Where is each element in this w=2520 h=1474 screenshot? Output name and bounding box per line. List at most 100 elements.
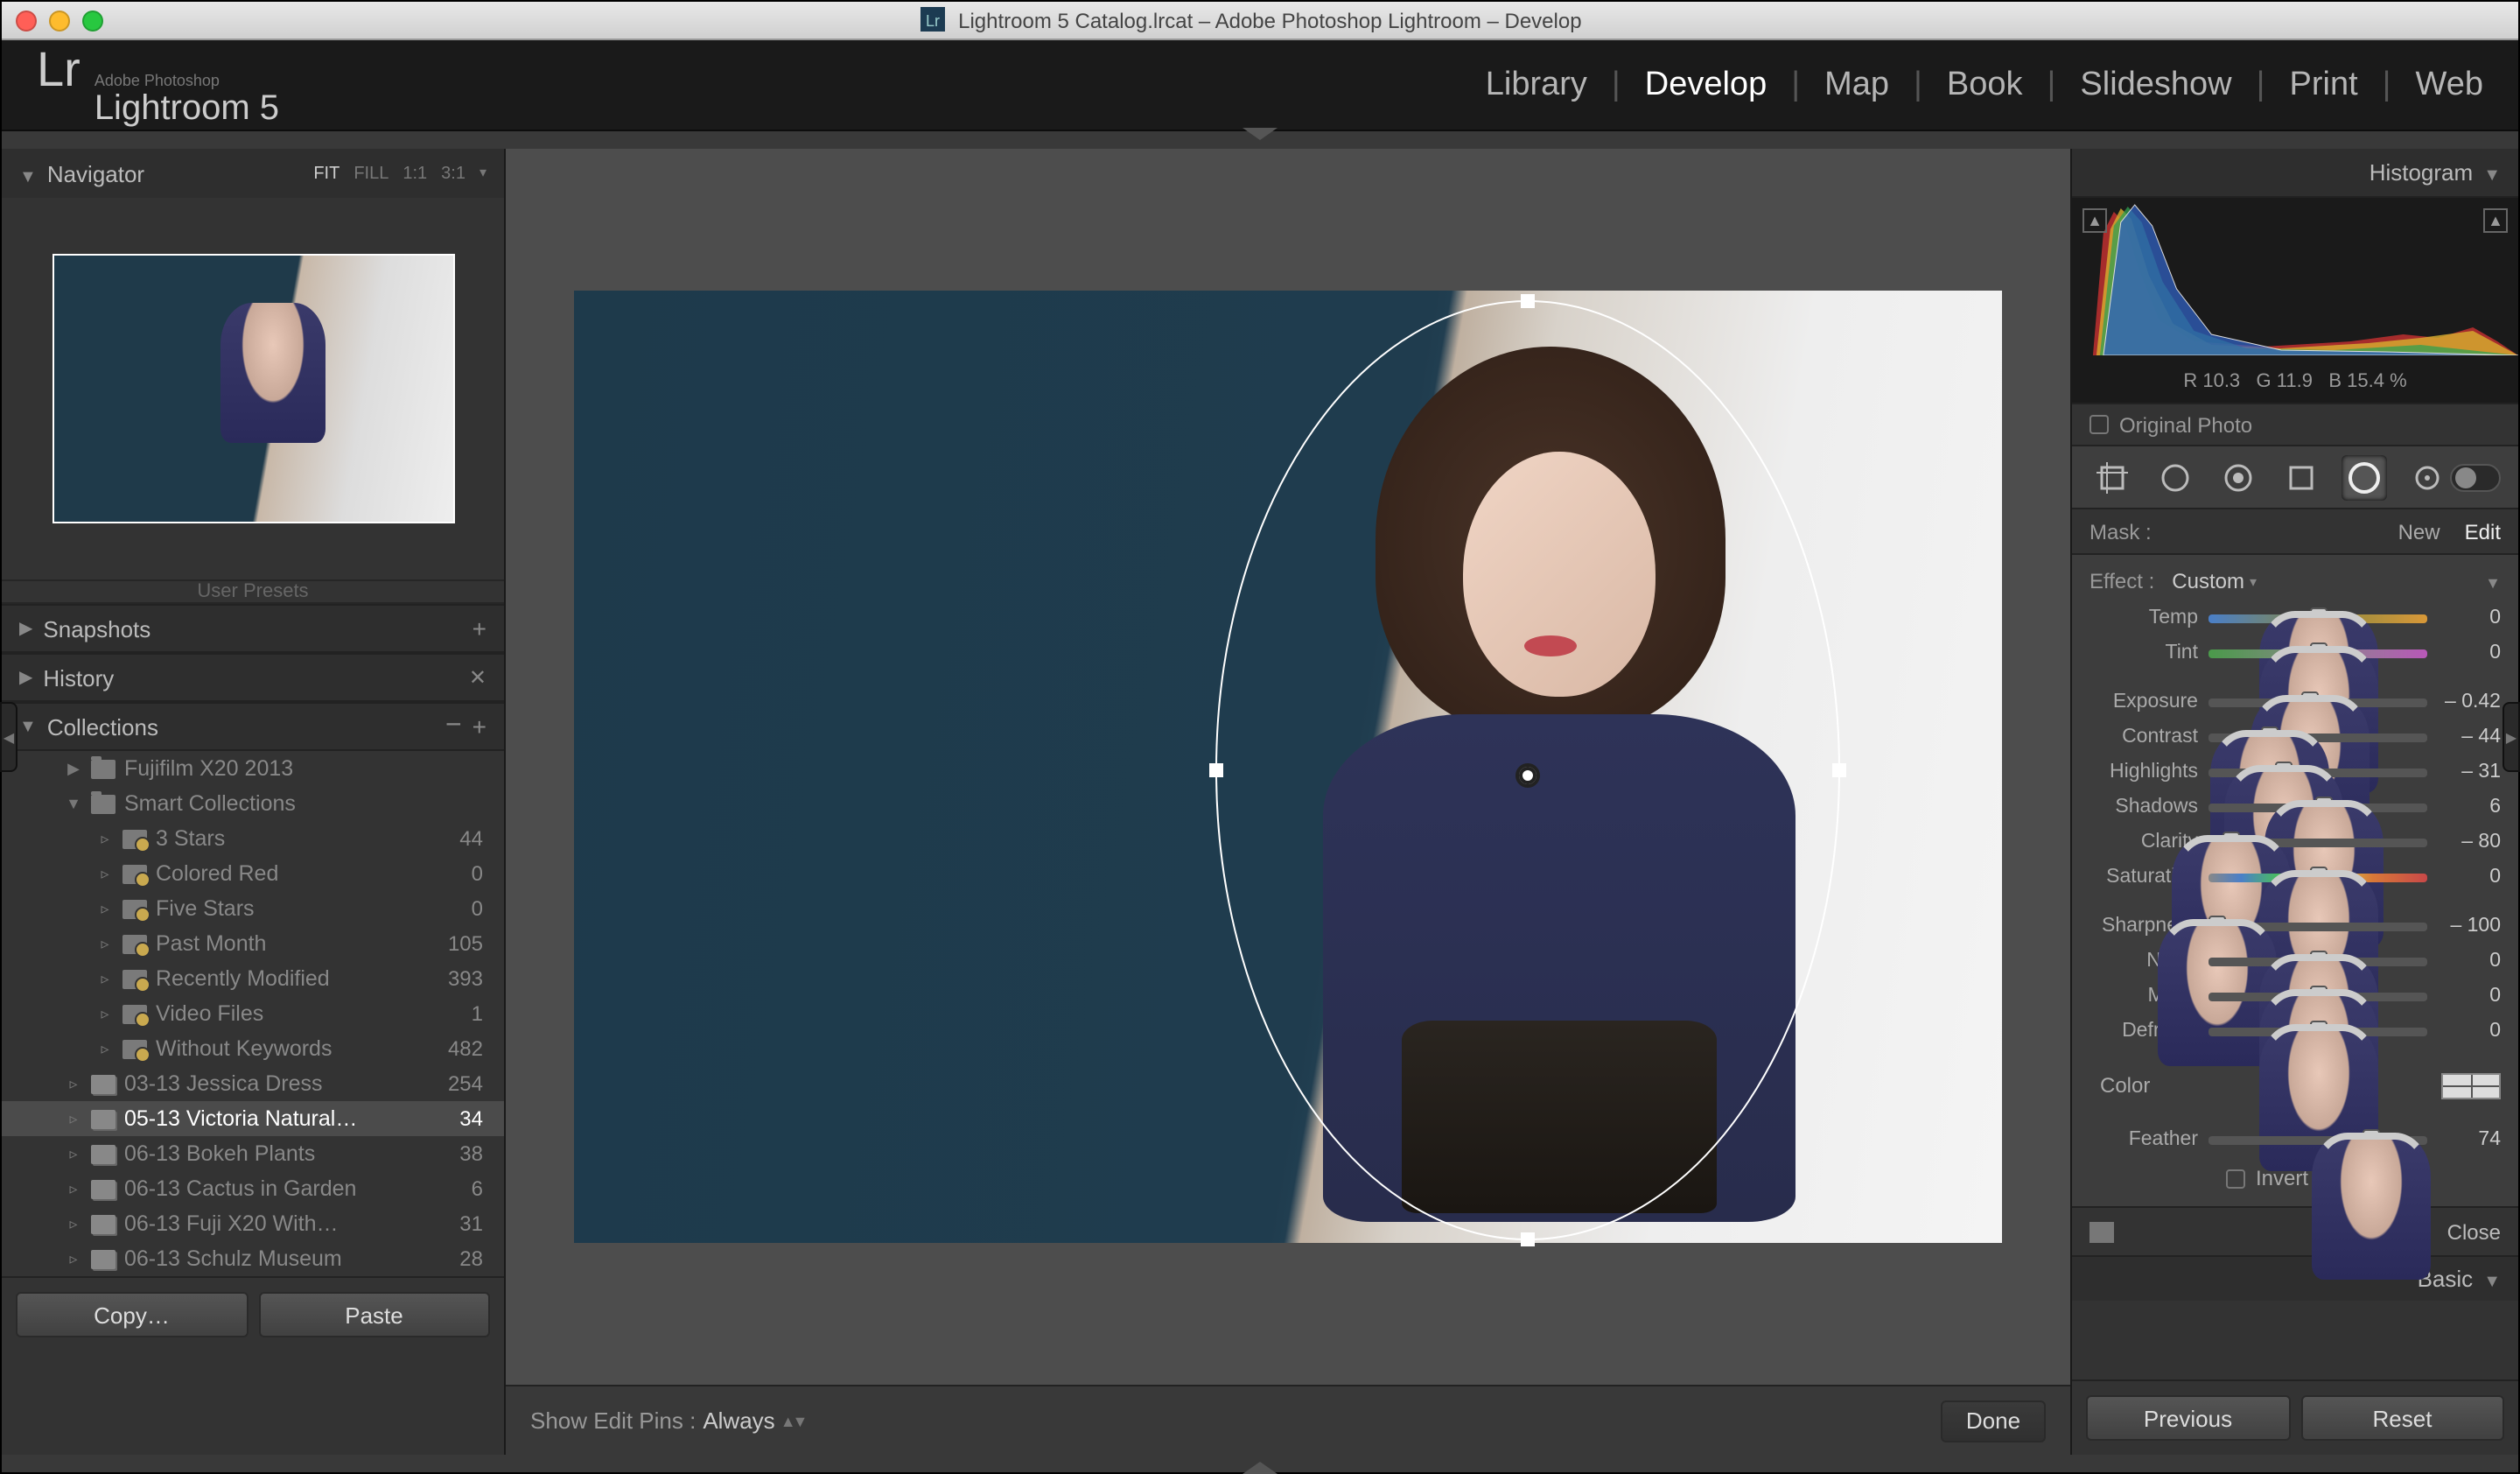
disclosure-triangle[interactable]: ▶ xyxy=(65,759,82,778)
mask-new-button[interactable]: New xyxy=(2398,519,2440,544)
radial-tool[interactable] xyxy=(2342,454,2387,500)
redeye-tool[interactable] xyxy=(2216,454,2261,500)
slider-track[interactable] xyxy=(2208,1027,2427,1035)
collection-row[interactable]: ▹05-13 Victoria Natural…34 xyxy=(2,1101,504,1136)
histogram-header[interactable]: Histogram xyxy=(2072,149,2518,198)
disclosure-triangle[interactable]: ▹ xyxy=(96,969,114,988)
slider-track[interactable] xyxy=(2208,733,2427,741)
slider-value[interactable]: 0 xyxy=(2438,951,2501,972)
histogram[interactable]: R 10.3 G 11.9 B 15.4 % xyxy=(2072,198,2518,404)
slider-value[interactable]: – 0.42 xyxy=(2438,691,2501,712)
adjustment-pin[interactable] xyxy=(1516,763,1540,788)
highlight-clip-indicator[interactable] xyxy=(2483,208,2508,233)
collection-row[interactable]: ▹06-13 Cactus in Garden6 xyxy=(2,1171,504,1206)
clear-history-button[interactable]: ✕ xyxy=(469,665,486,690)
disclosure-triangle[interactable]: ▹ xyxy=(65,1144,82,1163)
slider-track[interactable] xyxy=(2208,768,2427,776)
left-panel-toggle[interactable] xyxy=(0,702,18,772)
tool-switch[interactable] xyxy=(2450,463,2501,491)
image-canvas[interactable] xyxy=(506,149,2070,1385)
previous-button[interactable]: Previous xyxy=(2086,1395,2290,1441)
slider-track[interactable] xyxy=(2208,698,2427,706)
original-photo-row[interactable]: Original Photo xyxy=(2072,404,2518,446)
module-library[interactable]: Library xyxy=(1486,66,1587,104)
collection-row[interactable]: ▹Colored Red0 xyxy=(2,856,504,891)
disclosure-triangle[interactable]: ▹ xyxy=(96,829,114,848)
slider-track[interactable] xyxy=(2208,922,2427,930)
close-window-button[interactable] xyxy=(16,10,37,31)
mask-edit-button[interactable]: Edit xyxy=(2465,519,2501,544)
paste-button[interactable]: Paste xyxy=(258,1292,490,1337)
module-web[interactable]: Web xyxy=(2416,66,2483,104)
disclosure-triangle[interactable]: ▹ xyxy=(96,934,114,953)
collection-row[interactable]: ▹06-13 Fuji X20 With…31 xyxy=(2,1206,504,1241)
navigator-header[interactable]: Navigator FIT FILL 1:1 3:1 ▾ xyxy=(2,149,504,198)
slider-value[interactable]: – 44 xyxy=(2438,726,2501,748)
collection-row[interactable]: ▹Without Keywords482 xyxy=(2,1031,504,1066)
zoom-window-button[interactable] xyxy=(82,10,103,31)
basic-panel-header[interactable]: Basic xyxy=(2072,1255,2518,1301)
add-collection-button[interactable]: + xyxy=(472,712,486,741)
disclosure-triangle[interactable]: ▹ xyxy=(96,1004,114,1023)
collection-row[interactable]: ▼Smart Collections xyxy=(2,786,504,821)
show-edit-pins-value[interactable]: Always xyxy=(703,1407,774,1434)
shadow-clip-indicator[interactable] xyxy=(2082,208,2107,233)
slider-temp[interactable]: Temp0 xyxy=(2090,600,2501,635)
effect-value[interactable]: Custom xyxy=(2172,569,2244,593)
module-print[interactable]: Print xyxy=(2290,66,2358,104)
zoom-fill[interactable]: FILL xyxy=(354,164,388,183)
disclosure-triangle[interactable]: ▼ xyxy=(65,795,82,812)
slider-value[interactable]: 0 xyxy=(2438,607,2501,628)
slider-track[interactable] xyxy=(2208,803,2427,811)
navigator-preview[interactable] xyxy=(2,198,504,579)
slider-track[interactable] xyxy=(2208,649,2427,657)
graduated-tool[interactable] xyxy=(2278,454,2324,500)
disclosure-triangle[interactable]: ▹ xyxy=(65,1249,82,1268)
add-snapshot-button[interactable]: + xyxy=(472,614,486,642)
disclosure-triangle[interactable]: ▹ xyxy=(65,1109,82,1128)
disclosure-triangle[interactable]: ▹ xyxy=(96,899,114,918)
copy-button[interactable]: Copy… xyxy=(16,1292,248,1337)
slider-value[interactable]: 0 xyxy=(2438,1021,2501,1042)
disclosure-triangle[interactable]: ▹ xyxy=(96,864,114,883)
slider-track[interactable] xyxy=(2208,992,2427,1000)
slider-track[interactable] xyxy=(2208,614,2427,622)
module-slideshow[interactable]: Slideshow xyxy=(2080,66,2231,104)
slider-value[interactable]: 0 xyxy=(2438,642,2501,663)
slider-value[interactable]: 0 xyxy=(2438,867,2501,888)
slider-value[interactable]: – 80 xyxy=(2438,832,2501,853)
slider-track[interactable] xyxy=(2208,873,2427,881)
history-header[interactable]: History ✕ xyxy=(2,653,504,702)
disclosure-triangle[interactable]: ▹ xyxy=(96,1039,114,1058)
collection-row[interactable]: ▹03-13 Jessica Dress254 xyxy=(2,1066,504,1101)
slider-value[interactable]: – 31 xyxy=(2438,762,2501,783)
collection-row[interactable]: ▹Video Files1 xyxy=(2,996,504,1031)
crop-tool[interactable] xyxy=(2090,454,2135,500)
module-map[interactable]: Map xyxy=(1824,66,1889,104)
user-presets-row[interactable]: User Presets xyxy=(2,579,504,604)
collection-row[interactable]: ▹06-13 Bokeh Plants38 xyxy=(2,1136,504,1171)
collection-row[interactable]: ▹Past Month105 xyxy=(2,926,504,961)
slider-value[interactable]: 6 xyxy=(2438,797,2501,818)
panel-switch-icon[interactable] xyxy=(2090,1221,2114,1242)
invert-mask-checkbox[interactable] xyxy=(2226,1169,2245,1188)
done-button[interactable]: Done xyxy=(1941,1400,2046,1442)
collection-row[interactable]: ▹Five Stars0 xyxy=(2,891,504,926)
panel-close-button[interactable]: Close xyxy=(2447,1219,2501,1244)
dropdown-arrows-icon[interactable]: ▲▼ xyxy=(780,1412,805,1429)
reset-button[interactable]: Reset xyxy=(2300,1395,2504,1441)
spot-tool[interactable] xyxy=(2152,454,2198,500)
remove-collection-button[interactable]: − xyxy=(445,718,462,735)
effect-disclose[interactable] xyxy=(2485,569,2501,593)
collection-row[interactable]: ▹06-13 Schulz Museum28 xyxy=(2,1241,504,1276)
effect-row[interactable]: Effect : Custom ▾ xyxy=(2090,562,2501,600)
right-panel-toggle[interactable] xyxy=(2502,702,2520,772)
disclosure-triangle[interactable]: ▹ xyxy=(65,1179,82,1198)
module-develop[interactable]: Develop xyxy=(1645,66,1767,104)
slider-value[interactable]: 0 xyxy=(2438,986,2501,1007)
zoom-fit[interactable]: FIT xyxy=(313,164,340,183)
filmstrip-grip[interactable] xyxy=(2,1455,2518,1472)
color-swatch[interactable] xyxy=(2441,1072,2501,1098)
collection-row[interactable]: ▹Recently Modified393 xyxy=(2,961,504,996)
disclosure-triangle[interactable]: ▹ xyxy=(65,1214,82,1233)
